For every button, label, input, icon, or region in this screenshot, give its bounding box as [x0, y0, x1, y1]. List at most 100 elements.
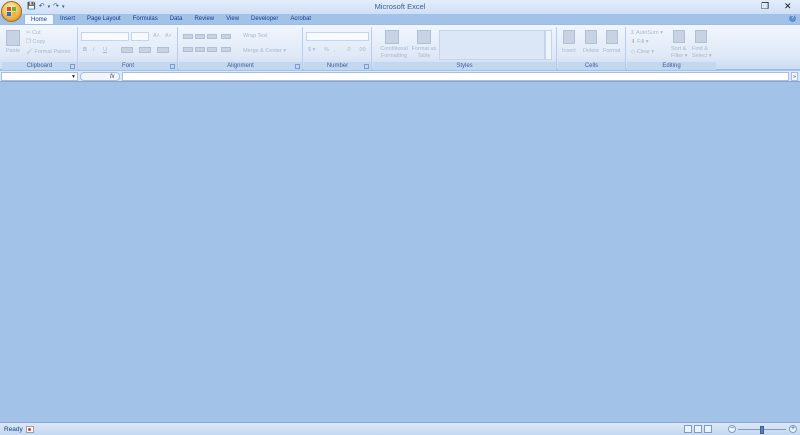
copy-button[interactable]: ❐ Copy — [26, 39, 45, 45]
align-top-icon[interactable] — [183, 34, 193, 39]
number-launcher-icon[interactable] — [364, 64, 369, 69]
underline-button[interactable]: U — [103, 47, 107, 53]
percent-button[interactable]: % — [324, 47, 329, 53]
wrap-text-button[interactable]: Wrap Text — [243, 33, 268, 39]
align-left-icon[interactable] — [183, 47, 193, 52]
sort-filter-icon[interactable] — [673, 30, 685, 43]
insert-function-icon[interactable]: fx — [110, 73, 115, 81]
format-cells-icon[interactable] — [606, 30, 618, 44]
insert-cells-button[interactable]: Insert — [562, 48, 576, 54]
office-logo-icon — [7, 7, 17, 17]
window-title: Microsoft Excel — [374, 2, 426, 11]
cells-group: Insert Delete Format Cells — [558, 27, 626, 70]
page-break-preview-icon[interactable] — [704, 425, 712, 433]
tab-view[interactable]: View — [220, 14, 245, 24]
tab-acrobat[interactable]: Acrobat — [284, 14, 317, 24]
cells-group-label: Cells — [558, 62, 625, 70]
record-macro-icon[interactable] — [26, 426, 34, 433]
scissors-icon: ✂ — [26, 30, 31, 36]
number-format-combo[interactable] — [306, 32, 369, 41]
grow-font-button[interactable]: A˄ — [153, 33, 160, 39]
normal-view-icon[interactable] — [684, 425, 692, 433]
font-name-combo[interactable] — [81, 32, 129, 41]
fill-button[interactable]: ⬇ Fill ▾ — [631, 39, 648, 45]
zoom-out-button[interactable]: − — [728, 425, 736, 433]
page-layout-view-icon[interactable] — [694, 425, 702, 433]
close-window-button[interactable]: ✕ — [784, 1, 792, 12]
zoom-in-button[interactable]: + — [789, 425, 797, 433]
align-bottom-icon[interactable] — [207, 34, 217, 39]
copy-label: Copy — [32, 39, 46, 45]
tab-page-layout[interactable]: Page Layout — [81, 14, 127, 24]
comma-button[interactable]: , — [334, 47, 336, 53]
align-middle-icon[interactable] — [195, 34, 205, 39]
indent-icon[interactable] — [221, 47, 231, 52]
cut-label: Cut — [32, 30, 41, 36]
insert-cells-icon[interactable] — [563, 30, 575, 44]
shrink-font-button[interactable]: A˅ — [165, 33, 172, 39]
tab-data[interactable]: Data — [164, 14, 189, 24]
insert-function-area: fx — [80, 72, 120, 81]
tab-formulas[interactable]: Formulas — [127, 14, 164, 24]
format-as-table-icon[interactable] — [417, 30, 431, 44]
format-painter-button[interactable]: 🖌 Format Painter — [26, 49, 71, 55]
formula-input[interactable] — [122, 72, 789, 81]
tab-home[interactable]: Home — [24, 14, 55, 24]
find-select-button[interactable]: Find & Select ▾ — [692, 46, 714, 60]
clipboard-group-label: Clipboard — [2, 62, 77, 70]
office-button[interactable] — [1, 1, 22, 22]
orientation-icon[interactable] — [221, 34, 231, 39]
format-painter-label: Format Painter — [34, 49, 71, 55]
borders-icon[interactable] — [121, 47, 133, 53]
align-center-icon[interactable] — [195, 47, 205, 52]
fill-down-icon: ⬇ — [631, 39, 636, 45]
bold-button[interactable]: B — [83, 47, 87, 53]
cell-styles-gallery[interactable] — [439, 30, 545, 60]
ribbon: Paste ✂ Cut ❐ Copy 🖌 Format Painter Clip… — [0, 24, 800, 70]
name-box-dropdown-icon[interactable]: ▼ — [71, 73, 76, 81]
font-size-combo[interactable] — [131, 32, 149, 41]
sort-filter-button[interactable]: Sort & Filter ▾ — [671, 46, 689, 60]
autosum-button[interactable]: Σ AutoSum ▾ — [631, 30, 663, 36]
restore-window-button[interactable]: ❐ — [761, 1, 769, 12]
find-select-icon[interactable] — [695, 30, 707, 43]
paste-icon[interactable] — [6, 30, 20, 46]
help-icon[interactable]: ? — [789, 15, 796, 22]
conditional-formatting-button[interactable]: Conditional Formatting — [377, 46, 411, 60]
decrease-decimal-button[interactable]: .00 — [358, 47, 366, 53]
currency-button[interactable]: $ ▾ — [308, 47, 315, 53]
alignment-launcher-icon[interactable] — [295, 64, 300, 69]
fill-label: Fill ▾ — [637, 39, 649, 45]
clear-button[interactable]: ◇ Clear ▾ — [631, 49, 654, 55]
italic-button[interactable]: I — [93, 47, 95, 53]
copy-icon: ❐ — [26, 39, 31, 45]
gallery-scroll[interactable] — [545, 30, 552, 60]
conditional-formatting-icon[interactable] — [385, 30, 399, 44]
cut-button[interactable]: ✂ Cut — [26, 30, 41, 36]
format-cells-button[interactable]: Format — [603, 48, 620, 54]
font-color-icon[interactable] — [157, 47, 169, 53]
increase-decimal-button[interactable]: .0 — [346, 47, 351, 53]
alignment-group: Wrap Text Merge & Center ▾ Alignment — [179, 27, 303, 70]
status-text: Ready — [4, 426, 23, 433]
zoom-slider-thumb[interactable] — [760, 426, 764, 434]
tab-review[interactable]: Review — [188, 14, 220, 24]
merge-center-button[interactable]: Merge & Center ▾ — [243, 48, 286, 54]
tab-developer[interactable]: Developer — [245, 14, 284, 24]
delete-cells-icon[interactable] — [585, 30, 597, 44]
tab-insert[interactable]: Insert — [54, 14, 81, 24]
delete-cells-button[interactable]: Delete — [583, 48, 599, 54]
fill-color-icon[interactable] — [139, 47, 151, 53]
font-launcher-icon[interactable] — [170, 64, 175, 69]
title-bar: 💾 ↶ ▾ ↷ ▾ Microsoft Excel ❐ ✕ — [0, 0, 800, 14]
expand-formula-bar-button[interactable]: » — [791, 72, 798, 81]
align-right-icon[interactable] — [207, 47, 217, 52]
editing-group-label: Editing — [627, 62, 716, 70]
styles-group-label: Styles — [373, 62, 556, 70]
status-bar: Ready − + — [0, 422, 800, 435]
sigma-icon: Σ — [631, 30, 635, 36]
name-box[interactable]: ▼ — [1, 72, 78, 81]
format-as-table-button[interactable]: Format as Table — [411, 46, 437, 60]
paste-button[interactable]: Paste — [6, 48, 20, 54]
clipboard-launcher-icon[interactable] — [70, 64, 75, 69]
